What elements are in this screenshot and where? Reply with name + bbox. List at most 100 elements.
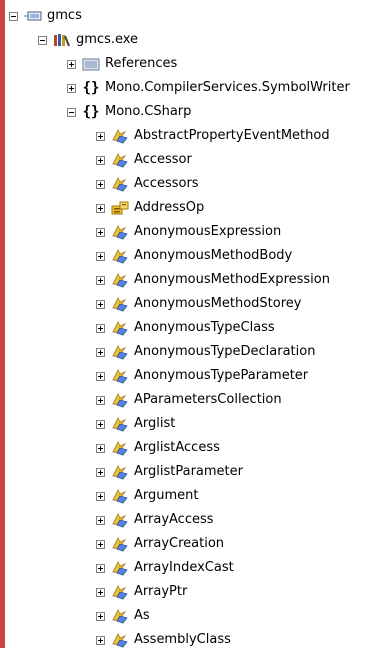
- namespace-icon: {}: [82, 104, 100, 120]
- tree-node-label: AnonymousMethodExpression: [134, 272, 330, 287]
- expand-icon[interactable]: [96, 347, 105, 357]
- collapse-icon[interactable]: [38, 35, 47, 45]
- tree-node-class[interactable]: AnonymousExpression: [96, 220, 281, 244]
- class-icon: [112, 249, 128, 264]
- enum-icon: [111, 201, 129, 215]
- namespace-icon: {}: [82, 80, 100, 96]
- tree-node-class[interactable]: ArrayCreation: [96, 532, 224, 556]
- class-icon: [112, 513, 128, 528]
- class-icon: [112, 441, 128, 456]
- tree-node-class[interactable]: Arglist: [96, 412, 175, 436]
- tree-node-class[interactable]: Argument: [96, 484, 199, 508]
- expand-icon[interactable]: [96, 299, 105, 309]
- tree-node-label: ArglistAccess: [134, 440, 220, 455]
- class-icon: [112, 321, 128, 336]
- expand-icon[interactable]: [96, 563, 105, 573]
- tree-node-class[interactable]: AddressOp: [96, 196, 204, 220]
- expand-icon[interactable]: [96, 371, 105, 381]
- expand-icon[interactable]: [96, 395, 105, 405]
- tree-node-class[interactable]: AbstractPropertyEventMethod: [96, 124, 330, 148]
- class-icon: [112, 273, 128, 288]
- tree-node-label: References: [105, 56, 178, 71]
- tree-node-label: AnonymousTypeParameter: [134, 368, 309, 383]
- class-icon: [112, 465, 128, 480]
- tree-node-class[interactable]: As: [96, 604, 150, 628]
- collapse-icon[interactable]: [67, 107, 76, 117]
- class-icon: [112, 369, 128, 384]
- tree-node-label: AParametersCollection: [134, 392, 282, 407]
- tree-node-class[interactable]: AnonymousMethodStorey: [96, 292, 301, 316]
- tree-node-label: AbstractPropertyEventMethod: [134, 128, 330, 143]
- expand-icon[interactable]: [96, 443, 105, 453]
- tree-node-label: Accessor: [134, 152, 192, 167]
- tree-node-label: Arglist: [134, 416, 176, 431]
- tree-node-class[interactable]: AnonymousMethodBody: [96, 244, 292, 268]
- class-icon: [112, 609, 128, 624]
- expand-icon[interactable]: [96, 635, 105, 645]
- expand-icon[interactable]: [96, 203, 105, 213]
- tree-node-class[interactable]: Accessor: [96, 148, 192, 172]
- expand-icon[interactable]: [67, 83, 76, 93]
- tree-node-references[interactable]: References: [67, 52, 177, 76]
- tree-node-class[interactable]: ArrayIndexCast: [96, 556, 234, 580]
- tree-node-label: AssemblyClass: [134, 632, 231, 647]
- tree-node-class[interactable]: AnonymousTypeDeclaration: [96, 340, 315, 364]
- class-icon: [112, 489, 128, 504]
- tree-node-label: AnonymousMethodStorey: [134, 296, 302, 311]
- class-icon: [112, 225, 128, 240]
- tree-node-class[interactable]: Accessors: [96, 172, 199, 196]
- tree-node-gmcs[interactable]: gmcs: [9, 4, 82, 28]
- tree-node-label: ArrayPtr: [134, 584, 188, 599]
- expand-icon[interactable]: [96, 467, 105, 477]
- expand-icon[interactable]: [96, 179, 105, 189]
- tree-node-class[interactable]: AssemblyClass: [96, 628, 231, 648]
- class-icon: [112, 345, 128, 360]
- collapse-icon[interactable]: [9, 11, 18, 21]
- tree-node-class[interactable]: AnonymousTypeParameter: [96, 364, 308, 388]
- project-icon: [24, 11, 42, 21]
- tree-node-class[interactable]: ArglistAccess: [96, 436, 220, 460]
- tree-node-label: ArglistParameter: [134, 464, 243, 479]
- tree-node-label: Argument: [134, 488, 199, 503]
- class-icon: [112, 129, 128, 144]
- expand-icon[interactable]: [96, 323, 105, 333]
- tree-node-label: ArrayIndexCast: [134, 560, 234, 575]
- tree-node-label: Mono.CSharp: [105, 104, 192, 119]
- expand-icon[interactable]: [96, 587, 105, 597]
- tree-node-label: AnonymousTypeClass: [134, 320, 275, 335]
- expand-icon[interactable]: [96, 611, 105, 621]
- expand-icon[interactable]: [96, 251, 105, 261]
- class-icon: [112, 417, 128, 432]
- tree-node-label: AnonymousMethodBody: [134, 248, 293, 263]
- tree-node-namespace-mono-csharp[interactable]: {} Mono.CSharp: [67, 100, 191, 124]
- tree-node-class[interactable]: ArrayAccess: [96, 508, 214, 532]
- tree-node-label: AnonymousExpression: [134, 224, 282, 239]
- class-icon: [112, 177, 128, 192]
- class-icon: [112, 297, 128, 312]
- class-icon: [112, 585, 128, 600]
- tree-node-label: Accessors: [134, 176, 199, 191]
- expand-icon[interactable]: [96, 227, 105, 237]
- expand-icon[interactable]: [67, 59, 76, 69]
- expand-icon[interactable]: [96, 539, 105, 549]
- expand-icon[interactable]: [96, 131, 105, 141]
- tree-node-namespace-symbolwriter[interactable]: {} Mono.CompilerServices.SymbolWriter: [67, 76, 350, 100]
- tree-node-class[interactable]: AnonymousTypeClass: [96, 316, 275, 340]
- class-icon: [112, 633, 128, 648]
- tree-node-class[interactable]: ArrayPtr: [96, 580, 187, 604]
- tree-node-class[interactable]: ArglistParameter: [96, 460, 243, 484]
- assembly-icon: [54, 34, 70, 47]
- expand-icon[interactable]: [96, 155, 105, 165]
- expand-icon[interactable]: [96, 515, 105, 525]
- class-icon: [112, 393, 128, 408]
- tree-node-class[interactable]: AnonymousMethodExpression: [96, 268, 330, 292]
- class-icon: [112, 153, 128, 168]
- tree-node-label: ArrayAccess: [134, 512, 214, 527]
- tree-node-class[interactable]: AParametersCollection: [96, 388, 282, 412]
- expand-icon[interactable]: [96, 491, 105, 501]
- expand-icon[interactable]: [96, 419, 105, 429]
- expand-icon[interactable]: [96, 275, 105, 285]
- tree-node-gmcs-exe[interactable]: gmcs.exe: [38, 28, 138, 52]
- tree-node-label: Mono.CompilerServices.SymbolWriter: [105, 80, 350, 95]
- tree-node-label: gmcs.exe: [76, 32, 139, 47]
